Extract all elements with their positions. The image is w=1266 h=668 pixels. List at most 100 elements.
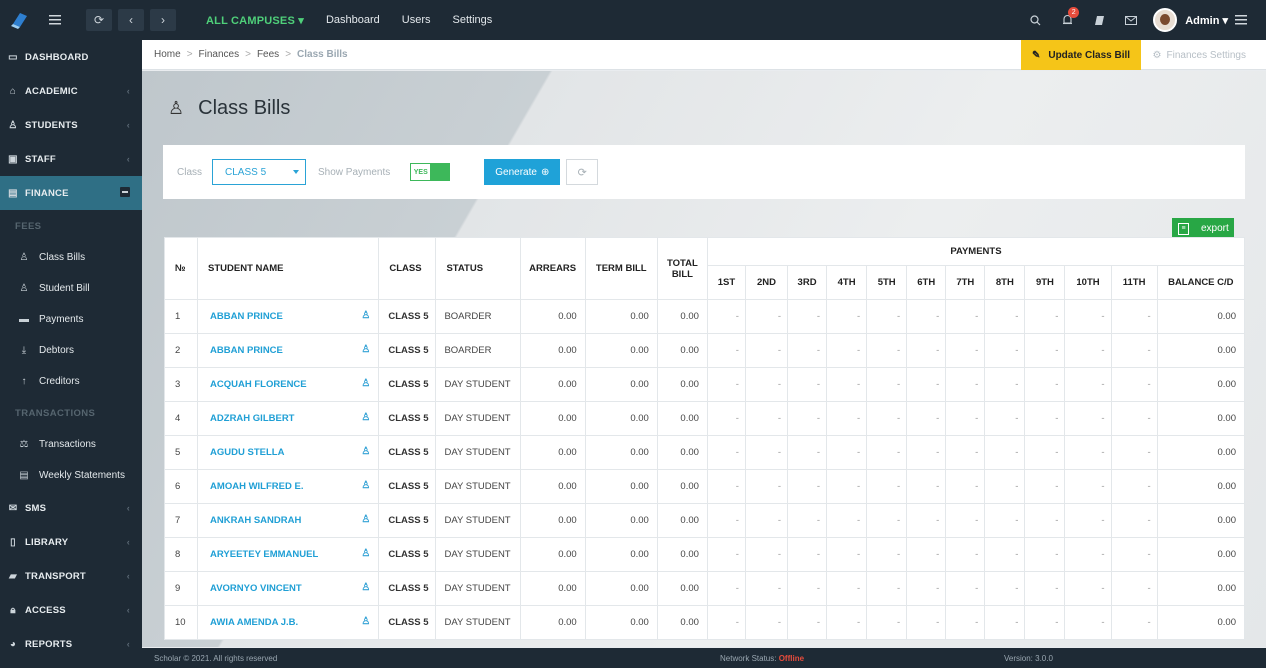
search-icon[interactable] bbox=[1019, 14, 1051, 26]
export-button[interactable]: ≡ export bbox=[1172, 218, 1234, 239]
term-bill-cell: 0.00 bbox=[584, 469, 658, 504]
briefcase-icon: ▣ bbox=[8, 153, 18, 165]
payment-cell: - bbox=[1024, 605, 1066, 640]
payment-cell: - bbox=[866, 367, 908, 402]
row-number: 10 bbox=[163, 605, 199, 640]
student-name-link[interactable]: AGUDU STELLA bbox=[210, 447, 284, 458]
col-student-name[interactable]: STUDENT NAME bbox=[197, 237, 380, 300]
student-name-link[interactable]: ABBAN PRINCE bbox=[210, 311, 283, 322]
user-menu[interactable]: Admin ▾ bbox=[1185, 14, 1228, 27]
col-status[interactable]: STATUS bbox=[435, 237, 521, 300]
col-class[interactable]: CLASS bbox=[378, 237, 437, 300]
student-profile-icon[interactable]: ♙ bbox=[361, 344, 370, 355]
notification-bell-icon[interactable]: 2 bbox=[1051, 7, 1083, 26]
campus-selector[interactable]: ALL CAMPUSES ▾ bbox=[206, 14, 304, 27]
update-class-bill-button[interactable]: ✎ Update Class Bill bbox=[1021, 40, 1141, 70]
payment-cell: - bbox=[744, 435, 789, 470]
student-name-link[interactable]: ANKRAH SANDRAH bbox=[210, 515, 301, 526]
col-total-bill[interactable]: TOTAL BILL bbox=[656, 237, 708, 300]
generate-button[interactable]: Generate ⊕ bbox=[484, 159, 561, 185]
payment-cell: - bbox=[826, 503, 868, 538]
table-row: 8 ARYEETEY EMMANUEL ♙ CLASS 5 DAY STUDENT 0.0… bbox=[163, 537, 1246, 572]
student-profile-icon[interactable]: ♙ bbox=[361, 378, 370, 389]
filter-panel: Class CLASS 5 Show Payments YES Generate… bbox=[163, 145, 1245, 199]
sidebar-item-weekly-statements[interactable]: ▤ Weekly Statements bbox=[0, 460, 142, 491]
sidebar-item-transport[interactable]: ▰ TRANSPORT ‹ bbox=[0, 559, 142, 593]
book-icon[interactable] bbox=[1083, 15, 1115, 26]
payment-cell: - bbox=[1064, 367, 1112, 402]
finances-settings-button[interactable]: ⚙ Finances Settings bbox=[1153, 40, 1246, 70]
col-payment-1: 1ST bbox=[706, 265, 746, 300]
student-profile-icon[interactable]: ♙ bbox=[361, 480, 370, 491]
arrears-cell: 0.00 bbox=[519, 435, 586, 470]
show-payments-toggle[interactable]: YES bbox=[410, 163, 451, 181]
class-cell: CLASS 5 bbox=[378, 469, 437, 504]
student-name-link[interactable]: AVORNYO VINCENT bbox=[210, 583, 302, 594]
class-cell: CLASS 5 bbox=[378, 537, 437, 572]
sidebar-item-transactions[interactable]: ⚖ Transactions bbox=[0, 429, 142, 460]
sidebar-item-payments[interactable]: ▬ Payments bbox=[0, 304, 142, 335]
term-bill-cell: 0.00 bbox=[584, 333, 658, 368]
student-name-cell: AMOAH WILFRED E. ♙ bbox=[197, 469, 380, 504]
sidebar-item-class-bills[interactable]: ♙ Class Bills bbox=[0, 242, 142, 273]
student-name-link[interactable]: ARYEETEY EMMANUEL bbox=[210, 549, 318, 560]
breadcrumb-home[interactable]: Home bbox=[154, 49, 181, 60]
collapse-icon[interactable] bbox=[120, 187, 130, 197]
payment-cell: - bbox=[984, 503, 1026, 538]
breadcrumb-finances[interactable]: Finances bbox=[199, 49, 240, 60]
student-profile-icon[interactable]: ♙ bbox=[361, 412, 370, 423]
payment-cell: - bbox=[906, 605, 947, 640]
hamburger-icon[interactable] bbox=[1228, 15, 1254, 25]
student-name-link[interactable]: AMOAH WILFRED E. bbox=[210, 481, 303, 492]
sidebar-item-finance[interactable]: ▤ FINANCE bbox=[0, 176, 142, 210]
student-profile-icon[interactable]: ♙ bbox=[361, 446, 370, 457]
sidebar-item-creditors[interactable]: ↑ Creditors bbox=[0, 366, 142, 397]
back-icon[interactable]: ‹ bbox=[118, 9, 144, 31]
student-name-link[interactable]: AWIA AMENDA J.B. bbox=[210, 617, 298, 628]
mail-icon[interactable] bbox=[1115, 15, 1147, 25]
student-name-link[interactable]: ACQUAH FLORENCE bbox=[210, 379, 307, 390]
nav-dashboard[interactable]: Dashboard bbox=[326, 14, 380, 26]
status-cell: DAY STUDENT bbox=[435, 401, 521, 436]
sidebar-item-access[interactable]: 🔒︎ ACCESS ‹ bbox=[0, 593, 142, 627]
reset-button[interactable]: ⟳ bbox=[566, 159, 599, 185]
student-profile-icon[interactable]: ♙ bbox=[361, 514, 370, 525]
term-bill-cell: 0.00 bbox=[584, 571, 658, 606]
student-name-link[interactable]: ADZRAH GILBERT bbox=[210, 413, 294, 424]
nav-users[interactable]: Users bbox=[402, 14, 431, 26]
col-arrears[interactable]: ARREARS bbox=[519, 237, 586, 300]
sidebar-item-staff[interactable]: ▣ STAFF ‹ bbox=[0, 142, 142, 176]
payment-cell: - bbox=[1024, 299, 1066, 334]
app-logo[interactable] bbox=[0, 0, 40, 40]
nav-settings[interactable]: Settings bbox=[453, 14, 493, 26]
sidebar-item-sms[interactable]: ✉ SMS ‹ bbox=[0, 491, 142, 525]
payment-cell: - bbox=[906, 435, 947, 470]
student-profile-icon[interactable]: ♙ bbox=[361, 548, 370, 559]
payment-cell: - bbox=[706, 571, 746, 606]
student-profile-icon[interactable]: ♙ bbox=[361, 616, 370, 627]
sidebar-item-student-bill[interactable]: ♙ Student Bill bbox=[0, 273, 142, 304]
payment-cell: - bbox=[984, 299, 1026, 334]
forward-icon[interactable]: › bbox=[150, 9, 176, 31]
sidebar-item-debtors[interactable]: ⤓ Debtors bbox=[0, 335, 142, 366]
user-avatar[interactable] bbox=[1153, 8, 1178, 32]
sidebar-item-dashboard[interactable]: ▭ DASHBOARD bbox=[0, 40, 142, 74]
sidebar-item-students[interactable]: ♙ STUDENTS ‹ bbox=[0, 108, 142, 142]
sidebar-item-library[interactable]: ▯ LIBRARY ‹ bbox=[0, 525, 142, 559]
col-balance[interactable]: BALANCE C/D bbox=[1156, 265, 1246, 300]
refresh-icon[interactable]: ⟳ bbox=[86, 9, 112, 31]
col-payment-5: 5TH bbox=[866, 265, 908, 300]
payment-cell: - bbox=[706, 503, 746, 538]
bus-icon: ▰ bbox=[9, 570, 17, 582]
table-row: 9 AVORNYO VINCENT ♙ CLASS 5 DAY STUDENT 0.00 0… bbox=[163, 571, 1246, 606]
menu-toggle-icon[interactable] bbox=[40, 15, 70, 25]
student-name-link[interactable]: ABBAN PRINCE bbox=[210, 345, 283, 356]
breadcrumb-fees[interactable]: Fees bbox=[257, 49, 279, 60]
class-select[interactable]: CLASS 5 bbox=[212, 159, 307, 185]
student-profile-icon[interactable]: ♙ bbox=[361, 310, 370, 321]
student-profile-icon[interactable]: ♙ bbox=[361, 582, 370, 593]
status-cell: DAY STUDENT bbox=[435, 571, 521, 606]
total-bill-cell: 0.00 bbox=[656, 571, 708, 606]
col-term-bill[interactable]: TERM BILL bbox=[584, 237, 658, 300]
sidebar-item-academic[interactable]: ⌂ ACADEMIC ‹ bbox=[0, 74, 142, 108]
